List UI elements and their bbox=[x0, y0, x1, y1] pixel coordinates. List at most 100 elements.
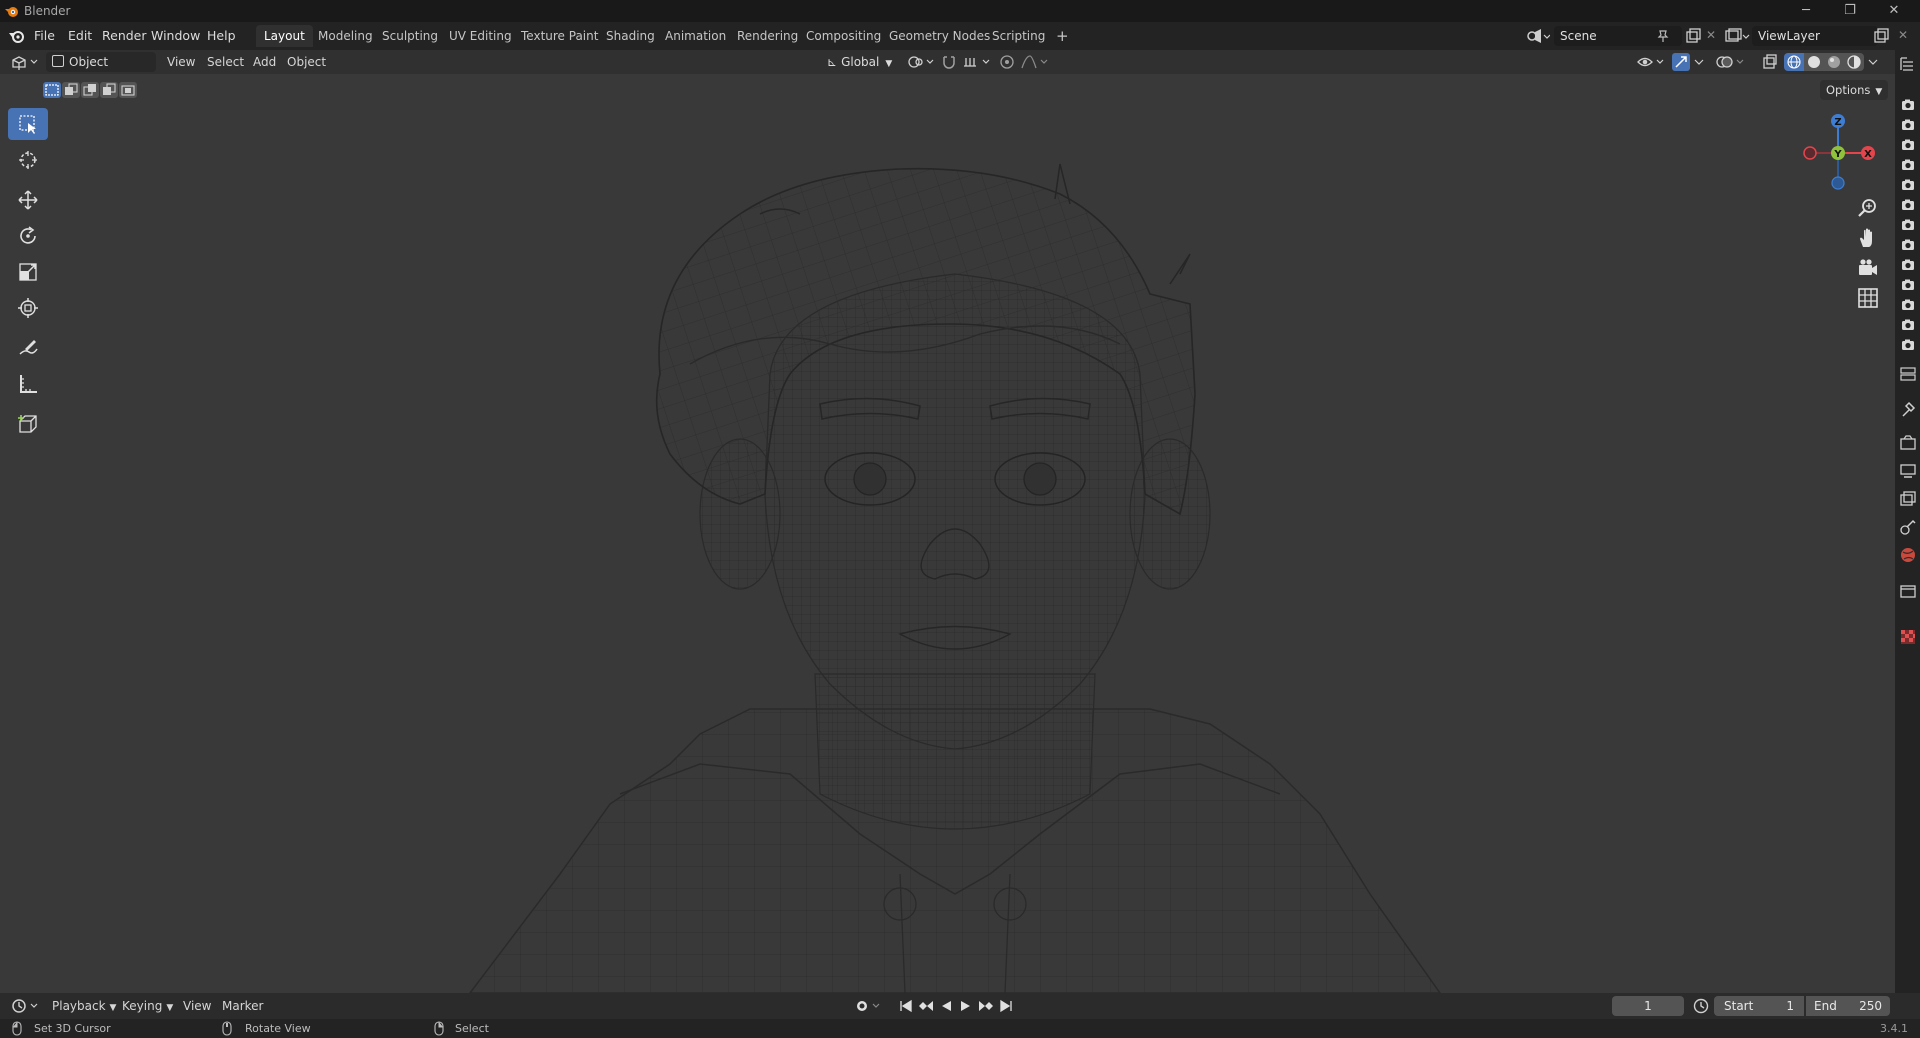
new-scene-icon[interactable] bbox=[1684, 27, 1702, 45]
play-reverse-icon[interactable] bbox=[938, 998, 954, 1014]
render-camera-icon[interactable] bbox=[1901, 338, 1915, 352]
menu-file[interactable]: File bbox=[34, 28, 55, 43]
shading-material-button[interactable] bbox=[1824, 53, 1844, 71]
header-menu-select[interactable]: Select bbox=[207, 53, 244, 71]
editor-type-icon[interactable] bbox=[10, 54, 40, 70]
restore-icon[interactable]: ❐ bbox=[1828, 0, 1872, 22]
timeline-menu-marker[interactable]: Marker bbox=[222, 997, 263, 1015]
render-camera-icon[interactable] bbox=[1901, 298, 1915, 312]
menu-help[interactable]: Help bbox=[207, 28, 236, 43]
new-view-layer-icon[interactable] bbox=[1872, 27, 1890, 45]
render-properties-icon[interactable] bbox=[1899, 434, 1917, 452]
xray-toggle-icon[interactable] bbox=[1762, 54, 1778, 70]
orientation-dropdown[interactable]: ⊾ Global ▼ bbox=[821, 52, 901, 72]
collection-properties-icon[interactable] bbox=[1899, 582, 1917, 600]
scene-properties-icon[interactable] bbox=[1899, 518, 1917, 536]
rotate-tool[interactable] bbox=[8, 220, 48, 252]
end-frame-field[interactable]: End 250 bbox=[1806, 996, 1890, 1016]
tab-rendering[interactable]: Rendering bbox=[729, 25, 806, 47]
tab-uv-editing[interactable]: UV Editing bbox=[441, 25, 520, 47]
select-box-tool[interactable] bbox=[8, 108, 48, 140]
current-frame-field[interactable]: 1 bbox=[1612, 996, 1684, 1016]
render-camera-icon[interactable] bbox=[1901, 158, 1915, 172]
scale-tool[interactable] bbox=[8, 256, 48, 288]
snap-target-icon[interactable] bbox=[962, 54, 994, 70]
select-intersect-button[interactable] bbox=[119, 82, 137, 98]
menu-edit[interactable]: Edit bbox=[68, 28, 92, 43]
tab-scripting[interactable]: Scripting bbox=[984, 25, 1053, 47]
shading-solid-button[interactable] bbox=[1804, 53, 1824, 71]
select-extend-button[interactable] bbox=[62, 82, 80, 98]
render-camera-icon[interactable] bbox=[1901, 138, 1915, 152]
render-camera-icon[interactable] bbox=[1901, 218, 1915, 232]
proportional-falloff-icon[interactable] bbox=[1020, 54, 1052, 70]
auto-keying-record-icon[interactable] bbox=[854, 998, 884, 1014]
jump-to-keyframe-forward-icon[interactable] bbox=[978, 998, 994, 1014]
cursor-tool[interactable] bbox=[8, 144, 48, 176]
render-camera-icon[interactable] bbox=[1901, 278, 1915, 292]
start-frame-field[interactable]: Start 1 bbox=[1714, 996, 1804, 1016]
measure-tool[interactable] bbox=[8, 368, 48, 400]
tab-shading[interactable]: Shading bbox=[598, 25, 663, 47]
view-layer-name-field[interactable]: ViewLayer bbox=[1752, 26, 1878, 46]
menu-render[interactable]: Render bbox=[102, 28, 147, 43]
jump-to-start-icon[interactable] bbox=[898, 998, 914, 1014]
header-menu-view[interactable]: View bbox=[167, 53, 195, 71]
delete-view-layer-icon[interactable]: ✕ bbox=[1898, 28, 1908, 42]
tab-texture-paint[interactable]: Texture Paint bbox=[513, 25, 606, 47]
properties-editor-icon[interactable] bbox=[1899, 366, 1917, 382]
menu-window[interactable]: Window bbox=[151, 28, 200, 43]
world-properties-icon[interactable] bbox=[1899, 546, 1917, 564]
add-workspace-button[interactable]: + bbox=[1048, 25, 1077, 47]
timeline-menu-view[interactable]: View bbox=[183, 997, 211, 1015]
timeline-menu-playback[interactable]: Playback ▼ bbox=[52, 997, 116, 1015]
pivot-point-icon[interactable] bbox=[906, 54, 936, 70]
move-tool[interactable] bbox=[8, 184, 48, 216]
tab-geometry-nodes[interactable]: Geometry Nodes bbox=[881, 25, 998, 47]
tab-animation[interactable]: Animation bbox=[657, 25, 734, 47]
render-camera-icon[interactable] bbox=[1901, 118, 1915, 132]
mode-dropdown[interactable]: Object Mode▼ bbox=[46, 52, 156, 89]
orthographic-grid-icon[interactable] bbox=[1856, 286, 1880, 310]
annotate-tool[interactable] bbox=[8, 332, 48, 364]
pin-icon[interactable] bbox=[1656, 29, 1670, 43]
camera-view-icon[interactable] bbox=[1856, 256, 1880, 280]
outliner-editor-icon[interactable] bbox=[1899, 56, 1917, 72]
gizmo-toggle-icon[interactable] bbox=[1672, 53, 1690, 71]
options-dropdown[interactable]: Options ▼ bbox=[1820, 80, 1889, 100]
select-set-new-button[interactable] bbox=[43, 82, 61, 98]
proportional-editing-icon[interactable] bbox=[998, 54, 1020, 70]
tool-properties-icon[interactable] bbox=[1899, 400, 1917, 418]
select-subtract-button[interactable] bbox=[81, 82, 99, 98]
jump-to-keyframe-back-icon[interactable] bbox=[918, 998, 934, 1014]
gizmo-neg-x-axis[interactable] bbox=[1803, 146, 1817, 160]
pan-view-hand-icon[interactable] bbox=[1856, 226, 1880, 250]
render-camera-icon[interactable] bbox=[1901, 238, 1915, 252]
header-menu-object[interactable]: Object bbox=[287, 53, 326, 71]
render-camera-icon[interactable] bbox=[1901, 98, 1915, 112]
tab-sculpting[interactable]: Sculpting bbox=[374, 25, 446, 47]
render-camera-icon[interactable] bbox=[1901, 178, 1915, 192]
view-layer-properties-icon[interactable] bbox=[1899, 490, 1917, 508]
blender-menu-icon[interactable] bbox=[8, 28, 26, 44]
render-camera-icon[interactable] bbox=[1901, 258, 1915, 272]
timeline-menu-keying[interactable]: Keying ▼ bbox=[122, 997, 173, 1015]
shading-rendered-button[interactable] bbox=[1844, 53, 1864, 71]
view-layer-browse-icon[interactable] bbox=[1724, 27, 1750, 45]
render-camera-icon[interactable] bbox=[1901, 318, 1915, 332]
output-properties-icon[interactable] bbox=[1899, 462, 1917, 480]
shading-dropdown-icon[interactable] bbox=[1866, 54, 1880, 70]
minimize-icon[interactable]: ─ bbox=[1784, 0, 1828, 22]
overlays-icon[interactable] bbox=[1716, 54, 1748, 70]
add-cube-tool[interactable] bbox=[8, 408, 48, 440]
timeline-editor-type-icon[interactable] bbox=[10, 997, 40, 1015]
select-difference-button[interactable] bbox=[100, 82, 118, 98]
close-icon[interactable]: ✕ bbox=[1872, 0, 1916, 22]
scene-browse-icon[interactable] bbox=[1526, 27, 1550, 45]
visibility-eye-icon[interactable] bbox=[1636, 54, 1666, 70]
header-menu-add[interactable]: Add bbox=[253, 53, 276, 71]
tab-modeling[interactable]: Modeling bbox=[310, 25, 381, 47]
zoom-view-icon[interactable] bbox=[1856, 196, 1880, 220]
tab-layout[interactable]: Layout bbox=[256, 25, 313, 47]
gizmo-dropdown-icon[interactable] bbox=[1692, 54, 1706, 70]
